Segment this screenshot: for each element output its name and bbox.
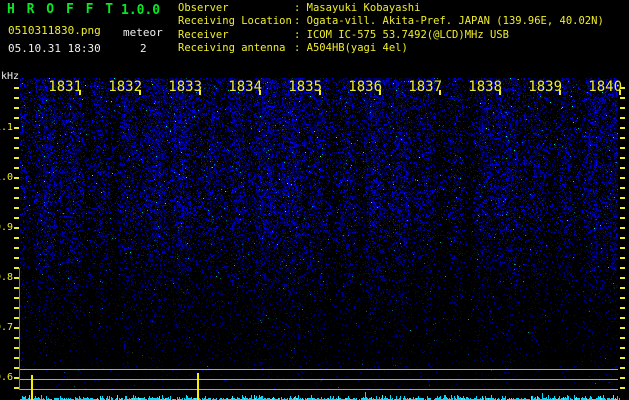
- station-info-block: Observer: Masayuki Kobayashi Receiving Lo…: [178, 2, 604, 56]
- freq-tick-right: [620, 137, 625, 139]
- time-label: 1832: [108, 79, 142, 95]
- freq-label: 1.1: [0, 122, 13, 133]
- spectrogram-canvas: [20, 78, 618, 390]
- freq-tick-right: [620, 327, 625, 329]
- info-colon: :: [294, 42, 307, 55]
- freq-tick-left: [14, 147, 19, 149]
- time-label: 1836: [348, 79, 382, 95]
- freq-tick-left: [14, 117, 19, 119]
- info-value: ICOM IC-575 53.7492(@LCD)MHz USB: [306, 28, 509, 41]
- freq-tick-right: [620, 117, 625, 119]
- freq-tick-right: [620, 237, 625, 239]
- freq-tick-left: [14, 237, 19, 239]
- app-title: H R O F F T: [7, 2, 116, 17]
- freq-tick-right: [620, 207, 625, 209]
- time-label: 1834: [228, 79, 262, 95]
- plot-left-border: [19, 268, 20, 390]
- app-version: 1.0.0: [121, 3, 161, 18]
- freq-tick-right: [620, 97, 625, 99]
- freq-tick-right: [620, 367, 625, 369]
- freq-tick-right: [620, 247, 625, 249]
- freq-tick-left: [14, 97, 19, 99]
- freq-tick-right: [620, 87, 625, 89]
- freq-label: 0.7: [0, 322, 13, 333]
- info-value: Masayuki Kobayashi: [306, 2, 421, 14]
- freq-tick-right: [620, 377, 625, 379]
- freq-tick-left: [14, 177, 19, 179]
- freq-tick-right: [620, 277, 625, 279]
- freq-tick-left: [14, 197, 19, 199]
- signal-level-meter-canvas: [20, 389, 620, 400]
- reference-line: [20, 389, 618, 390]
- freq-tick-left: [14, 187, 19, 189]
- freq-tick-right: [620, 317, 625, 319]
- meteor-spike: [31, 375, 33, 400]
- info-value: Ogata-vill. Akita-Pref. JAPAN (139.96E, …: [306, 15, 604, 28]
- freq-tick-right: [620, 347, 625, 349]
- reference-line: [20, 369, 618, 370]
- info-label: Observer: [178, 2, 229, 14]
- freq-tick-right: [620, 147, 625, 149]
- freq-label: 0.6: [0, 372, 13, 383]
- info-label: Receiving Location: [178, 15, 292, 28]
- meteor-count-label: meteor: [123, 26, 163, 39]
- freq-tick-right: [620, 227, 625, 229]
- meteor-count-value: 2: [140, 42, 147, 55]
- freq-tick-left: [14, 127, 19, 129]
- time-label: 1835: [288, 79, 322, 95]
- time-label: 1839: [528, 79, 562, 95]
- freq-tick-right: [620, 217, 625, 219]
- freq-label: 1.0: [0, 172, 13, 183]
- freq-tick-right: [620, 387, 625, 389]
- time-label: 1837: [408, 79, 442, 95]
- freq-tick-right: [620, 157, 625, 159]
- freq-tick-right: [620, 357, 625, 359]
- freq-tick-left: [14, 157, 19, 159]
- info-label: Receiver: [178, 28, 229, 41]
- output-filename: 0510311830.png: [8, 24, 101, 37]
- observation-datetime: 05.10.31 18:30: [8, 42, 101, 55]
- freq-tick-left: [14, 137, 19, 139]
- hrofft-output-window: H R O F F T 1.0.0 0510311830.png 05.10.3…: [0, 0, 629, 400]
- freq-tick-right: [620, 297, 625, 299]
- info-value: A504HB(yagi 4el): [306, 42, 408, 55]
- info-row: Receiving Location: Ogata-vill. Akita-Pr…: [178, 15, 604, 28]
- freq-tick-left: [14, 167, 19, 169]
- freq-tick-left: [14, 257, 19, 259]
- freq-tick-right: [620, 197, 625, 199]
- info-row: Receiving antenna: A504HB(yagi 4el): [178, 42, 604, 55]
- info-row: Receiver: ICOM IC-575 53.7492(@LCD)MHz U…: [178, 29, 604, 42]
- time-label: 1831: [48, 79, 82, 95]
- freq-label: 0.8: [0, 272, 13, 283]
- time-label: 1840: [588, 79, 622, 95]
- info-colon: :: [294, 28, 307, 41]
- time-label: 1833: [168, 79, 202, 95]
- meteor-spike: [197, 373, 199, 400]
- freq-tick-right: [620, 127, 625, 129]
- freq-tick-right: [620, 307, 625, 309]
- info-colon: :: [294, 15, 307, 28]
- reference-line: [20, 379, 618, 380]
- freq-tick-right: [620, 177, 625, 179]
- freq-tick-left: [14, 217, 19, 219]
- freq-tick-left: [14, 247, 19, 249]
- freq-tick-right: [620, 287, 625, 289]
- freq-axis-unit-label: kHz: [1, 71, 20, 82]
- info-label: Receiving antenna: [178, 42, 286, 55]
- freq-tick-left: [14, 107, 19, 109]
- freq-tick-right: [620, 167, 625, 169]
- freq-tick-right: [620, 257, 625, 259]
- freq-tick-right: [620, 267, 625, 269]
- freq-tick-left: [14, 207, 19, 209]
- freq-label: 0.9: [0, 222, 13, 233]
- freq-tick-right: [620, 107, 625, 109]
- freq-tick-left: [14, 227, 19, 229]
- info-row: Observer: Masayuki Kobayashi: [178, 2, 604, 15]
- freq-tick-right: [620, 337, 625, 339]
- freq-tick-left: [14, 87, 19, 89]
- freq-tick-right: [620, 187, 625, 189]
- info-colon: :: [294, 2, 307, 14]
- time-label: 1838: [468, 79, 502, 95]
